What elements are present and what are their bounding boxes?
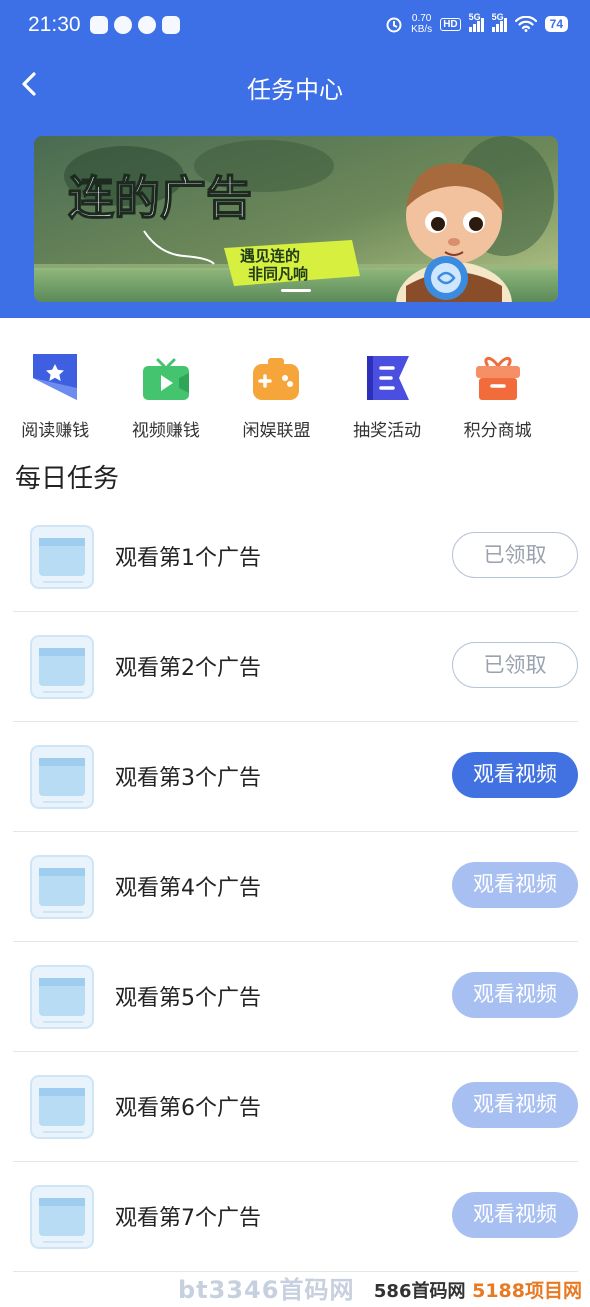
section-title: 每日任务: [15, 464, 120, 494]
status-time: 21:30: [28, 13, 81, 36]
category-label: 抽奖活动: [353, 421, 422, 441]
category-grid: 阅读赚钱 视频赚钱 闲娱联盟 抽奖活动 积分商城: [0, 352, 590, 442]
banner-bubble-line1: 遇见连的: [240, 247, 300, 265]
wifi-icon: [514, 16, 537, 32]
penguin-icon: [138, 16, 156, 34]
notification-icons: [90, 16, 180, 34]
chat-bubble-icon: [114, 16, 132, 34]
watch-video-button[interactable]: 观看视频: [452, 752, 578, 798]
battery-level: 74: [544, 16, 568, 32]
task-label: 观看第5个广告: [115, 986, 261, 1011]
list-item: 观看第5个广告 观看视频: [13, 942, 578, 1052]
ad-thumbnail-icon: [30, 1185, 94, 1249]
category-label: 阅读赚钱: [21, 421, 90, 441]
category-lottery[interactable]: 抽奖活动: [332, 352, 443, 442]
bookmark-star-icon: [33, 354, 78, 400]
task-label: 观看第4个广告: [115, 876, 261, 901]
task-label: 观看第6个广告: [115, 1096, 261, 1121]
promo-banner[interactable]: 连的广告 遇见连的 非同凡响: [34, 136, 558, 302]
status-indicators: 0.70 KB/s HD 5G 5G 74: [385, 12, 568, 35]
task-label: 观看第2个广告: [115, 656, 261, 681]
category-leisure-alliance[interactable]: 闲娱联盟: [221, 352, 332, 442]
list-item: 观看第2个广告 已领取: [13, 612, 578, 722]
category-read-earn[interactable]: 阅读赚钱: [0, 352, 111, 442]
alarm-icon: [386, 17, 402, 33]
list-item: 观看第7个广告 观看视频: [13, 1162, 578, 1272]
gift-icon: [475, 357, 520, 400]
category-points-mall[interactable]: 积分商城: [442, 352, 553, 442]
ad-thumbnail-icon: [30, 635, 94, 699]
banner-illustration: 连的广告 遇见连的 非同凡响: [34, 136, 558, 302]
hd-badge: HD: [440, 17, 461, 31]
ad-thumbnail-icon: [30, 745, 94, 809]
status-bar: 21:30 0.70 KB/s HD 5G 5G 74: [0, 0, 590, 56]
task-label: 观看第1个广告: [115, 546, 261, 571]
category-label: 视频赚钱: [131, 421, 200, 441]
claimed-button[interactable]: 已领取: [452, 532, 578, 578]
list-item: 观看第3个广告 观看视频: [13, 722, 578, 832]
watch-video-button[interactable]: 观看视频: [452, 972, 578, 1018]
calendar-icon: [162, 16, 180, 34]
list-item: 观看第1个广告 已领取: [13, 502, 578, 612]
banner-page-indicator: [281, 289, 311, 292]
nav-bar: 任务中心: [0, 60, 590, 110]
ad-thumbnail-icon: [30, 1075, 94, 1139]
ad-thumbnail-icon: [30, 855, 94, 919]
signal-icon: 5G: [491, 12, 507, 32]
watermark-faint: bt3346首码网: [178, 1276, 355, 1304]
list-item: 观看第6个广告 观看视频: [13, 1052, 578, 1162]
network-speed: 0.70 KB/s: [411, 13, 433, 35]
banner-headline: 连的广告: [68, 171, 252, 225]
watch-video-button[interactable]: 观看视频: [452, 1082, 578, 1128]
page-title: 任务中心: [247, 76, 343, 104]
list-item: 观看第4个广告 观看视频: [13, 832, 578, 942]
watch-video-button[interactable]: 观看视频: [452, 862, 578, 908]
notification-app-icon: [90, 16, 108, 34]
gamepad-icon: [253, 358, 300, 400]
category-label: 积分商城: [463, 421, 532, 441]
watermark: 586首码网 5188项目网: [373, 1280, 582, 1302]
header: 21:30 0.70 KB/s HD 5G 5G 74 任务中心 连的广告 遇见…: [0, 0, 590, 318]
banner-bubble-line2: 非同凡响: [248, 265, 308, 283]
category-video-earn[interactable]: 视频赚钱: [111, 352, 222, 442]
watch-video-button[interactable]: 观看视频: [452, 1192, 578, 1238]
claimed-button[interactable]: 已领取: [452, 642, 578, 688]
ad-thumbnail-icon: [30, 965, 94, 1029]
task-label: 观看第7个广告: [115, 1206, 261, 1231]
ad-thumbnail-icon: [30, 525, 94, 589]
task-list: 观看第1个广告 已领取 观看第2个广告 已领取 观看第3个广告 观看视频 观看第…: [13, 502, 578, 1272]
flag-icon: [367, 356, 410, 400]
tv-play-icon: [142, 358, 189, 400]
category-label: 闲娱联盟: [242, 421, 311, 441]
signal-icon: 5G: [468, 12, 484, 32]
task-label: 观看第3个广告: [115, 766, 261, 791]
